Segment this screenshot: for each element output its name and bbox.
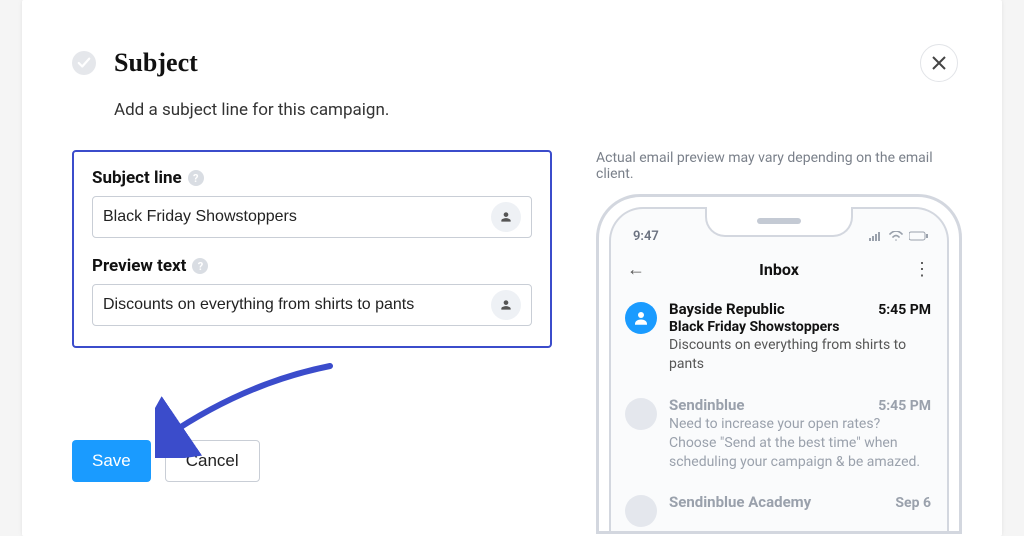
message-preview: Discounts on everything from shirts to p… — [669, 336, 931, 374]
preview-column: Actual email preview may vary depending … — [596, 150, 962, 534]
close-icon — [932, 56, 946, 70]
subject-line-label: Subject line ? — [92, 168, 532, 188]
message-sender: Sendinblue Academy — [669, 493, 811, 511]
help-icon[interactable]: ? — [188, 170, 204, 186]
save-button[interactable]: Save — [72, 440, 151, 482]
preview-text-input-wrap — [92, 284, 532, 326]
avatar — [625, 495, 657, 527]
panel-header: Subject — [72, 48, 962, 78]
subject-line-label-text: Subject line — [92, 168, 182, 188]
inbox-title: Inbox — [759, 260, 799, 279]
panel-subtitle: Add a subject line for this campaign. — [114, 100, 962, 120]
message-time: 5:45 PM — [878, 398, 931, 414]
phone-clock: 9:47 — [633, 229, 659, 244]
check-circle-icon — [72, 51, 96, 75]
form-column: Subject line ? Preview text ? — [72, 150, 552, 534]
inbox-message: Sendinblue 5:45 PM Need to increase your… — [611, 388, 947, 486]
action-buttons: Save Cancel — [72, 440, 552, 482]
message-preview: Need to increase your open rates? Choose… — [669, 415, 931, 472]
preview-text-input[interactable] — [103, 296, 483, 314]
signal-icon — [869, 231, 883, 241]
phone-mockup: 9:47 ← Inbox ⋮ — [596, 194, 962, 534]
wifi-icon — [889, 231, 903, 241]
person-icon — [499, 298, 513, 312]
avatar — [625, 302, 657, 334]
personalize-preview-button[interactable] — [491, 290, 521, 320]
more-icon: ⋮ — [913, 259, 931, 280]
phone-screen: 9:47 ← Inbox ⋮ — [609, 207, 949, 531]
message-sender: Sendinblue — [669, 396, 744, 414]
inbox-header: ← Inbox ⋮ — [611, 251, 947, 292]
inbox-message: Sendinblue Academy Sep 6 — [611, 485, 947, 531]
message-subject: Black Friday Showstoppers — [669, 319, 931, 335]
cancel-button[interactable]: Cancel — [165, 440, 260, 482]
subject-line-input[interactable] — [103, 208, 483, 226]
subject-line-input-wrap — [92, 196, 532, 238]
preview-note: Actual email preview may vary depending … — [596, 150, 962, 182]
preview-text-label-text: Preview text — [92, 256, 186, 276]
person-icon — [632, 309, 650, 327]
close-button[interactable] — [920, 44, 958, 82]
message-sender: Bayside Republic — [669, 300, 785, 318]
person-icon — [499, 210, 513, 224]
subject-panel: Subject Add a subject line for this camp… — [22, 0, 1002, 536]
phone-status-icons — [869, 231, 929, 241]
message-time: Sep 6 — [895, 495, 931, 511]
help-icon[interactable]: ? — [192, 258, 208, 274]
personalize-subject-button[interactable] — [491, 202, 521, 232]
message-time: 5:45 PM — [878, 302, 931, 318]
battery-icon — [909, 231, 929, 241]
panel-title: Subject — [114, 48, 198, 78]
avatar — [625, 398, 657, 430]
back-arrow-icon: ← — [627, 259, 645, 280]
phone-notch — [705, 207, 853, 237]
preview-text-label: Preview text ? — [92, 256, 532, 276]
form-box: Subject line ? Preview text ? — [72, 150, 552, 348]
inbox-message: Bayside Republic 5:45 PM Black Friday Sh… — [611, 292, 947, 388]
